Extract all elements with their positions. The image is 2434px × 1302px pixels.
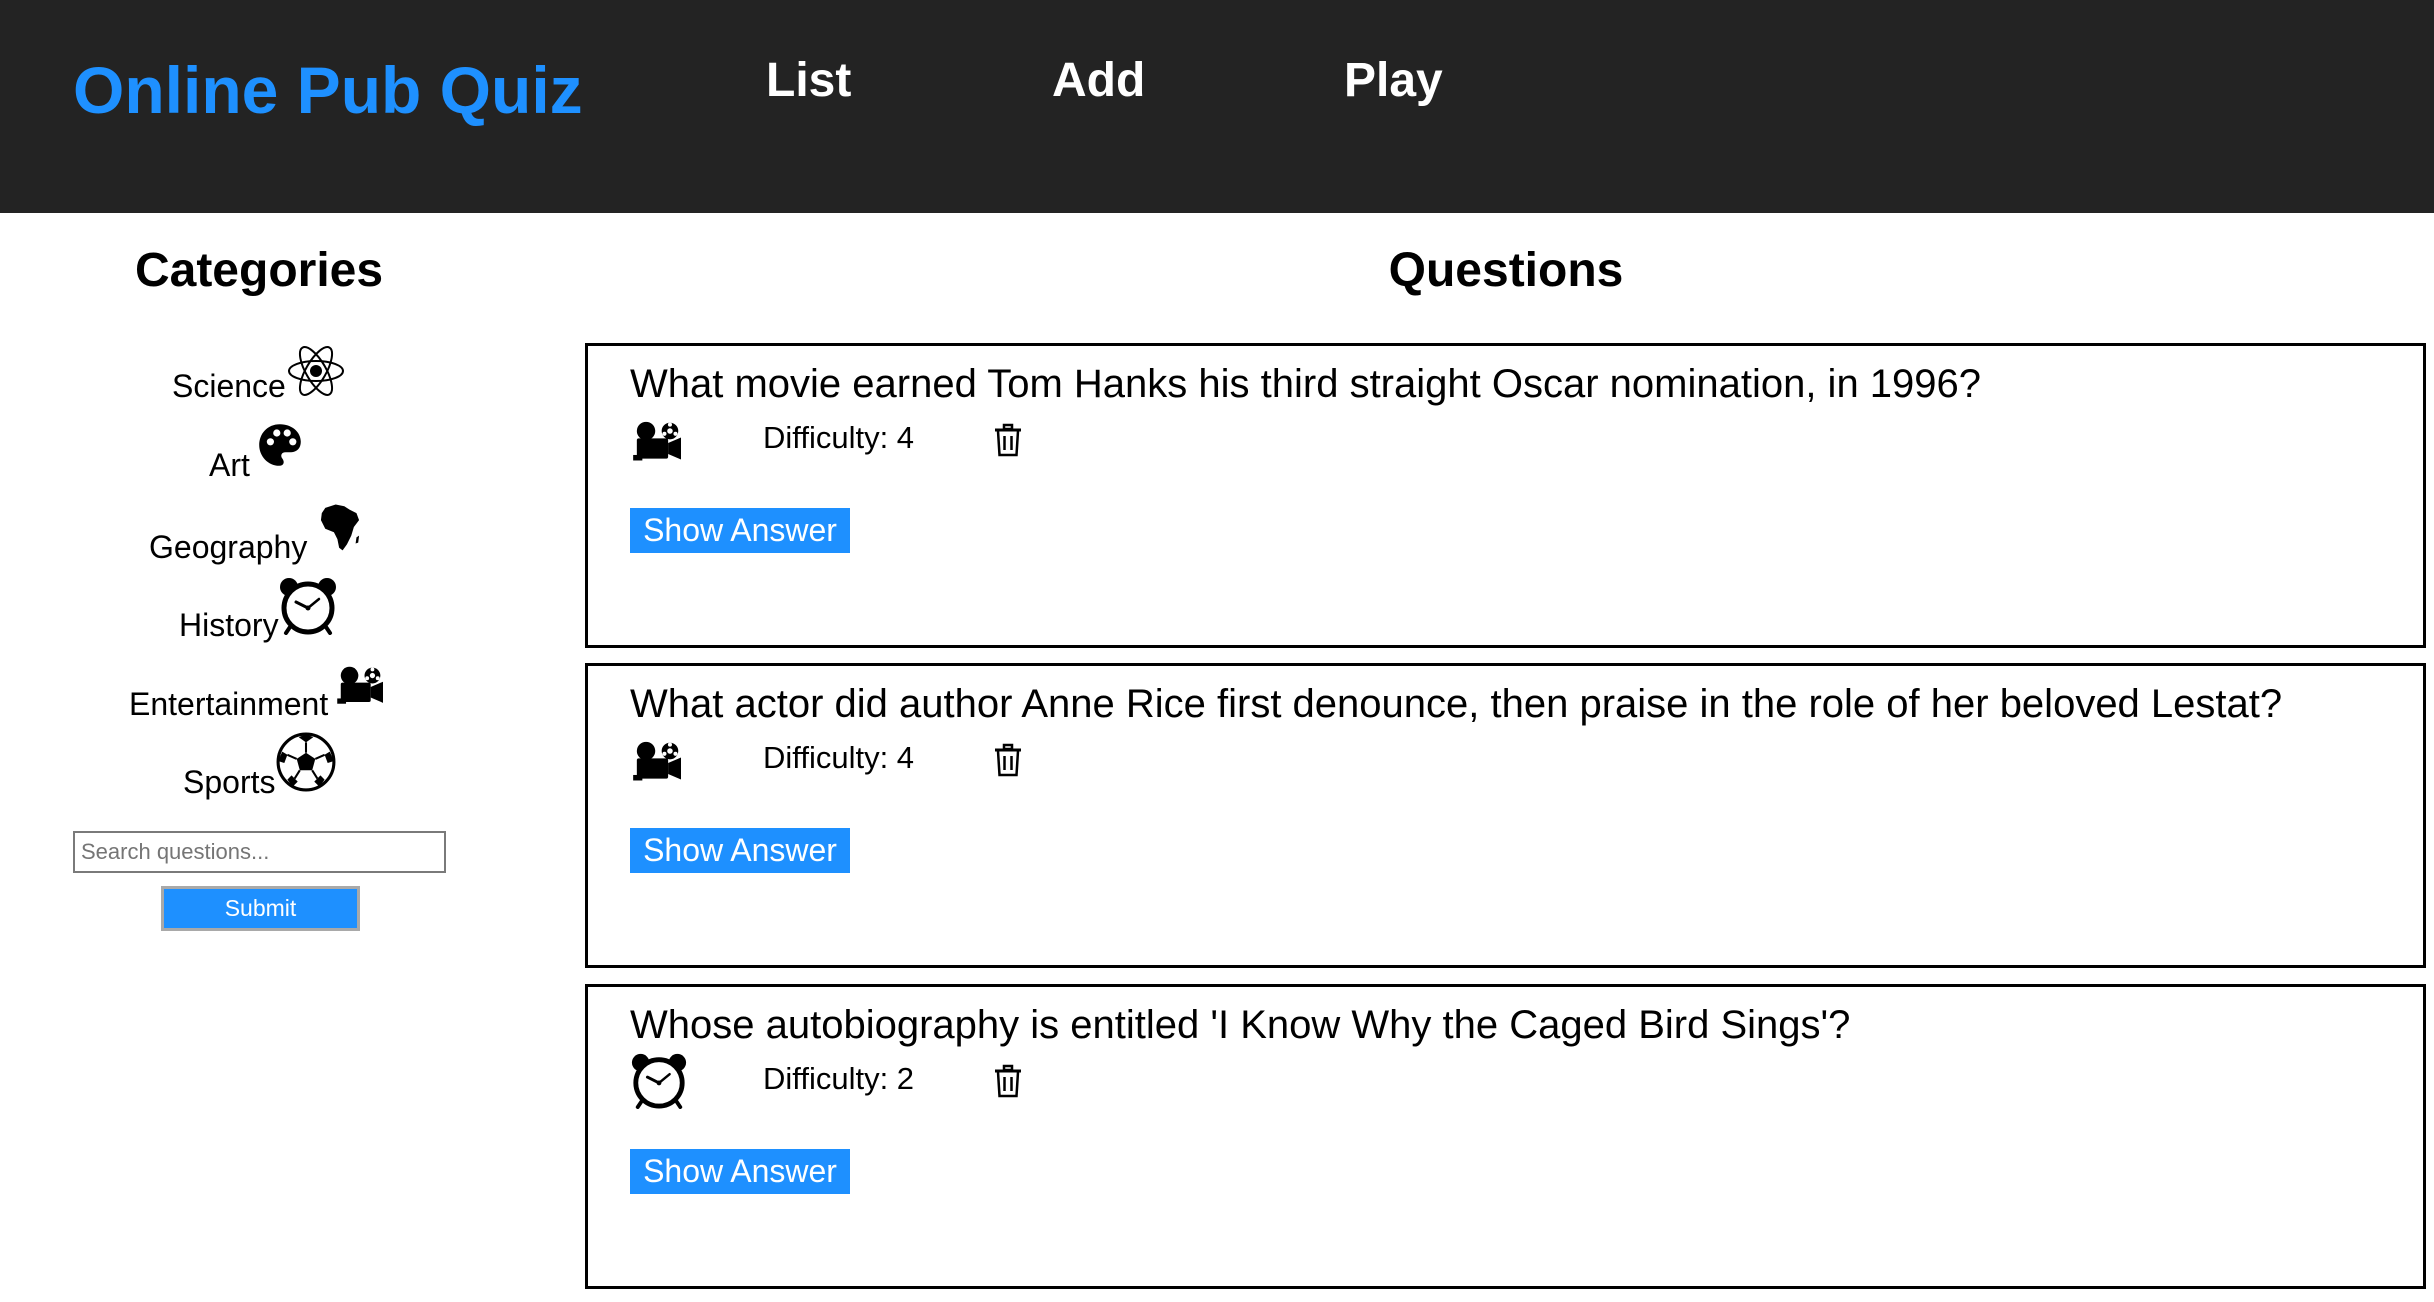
categories-sidebar: Categories Science Art Geography History… bbox=[0, 213, 520, 1302]
trash-icon[interactable] bbox=[993, 1064, 1023, 1098]
soccer-ball-icon[interactable] bbox=[275, 731, 337, 793]
category-sports[interactable]: Sports bbox=[183, 766, 275, 798]
question-card: What actor did author Anne Rice first de… bbox=[585, 663, 2426, 968]
difficulty-label: Difficulty: 2 bbox=[763, 1061, 915, 1096]
category-history[interactable]: History bbox=[179, 609, 279, 641]
difficulty-label: Difficulty: 4 bbox=[763, 420, 915, 455]
categories-heading: Categories bbox=[134, 244, 384, 297]
nav-link-add[interactable]: Add bbox=[1052, 57, 1145, 105]
search-input[interactable] bbox=[73, 831, 446, 873]
atom-icon[interactable] bbox=[286, 341, 346, 401]
nav-link-play[interactable]: Play bbox=[1344, 57, 1443, 105]
top-nav-bar: Online Pub Quiz List Add Play bbox=[0, 0, 2434, 213]
question-card: What movie earned Tom Hanks his third st… bbox=[585, 343, 2426, 648]
difficulty-label: Difficulty: 4 bbox=[763, 740, 915, 775]
show-answer-button[interactable]: Show Answer bbox=[630, 508, 850, 553]
nav-link-list[interactable]: List bbox=[766, 57, 851, 105]
question-text: Whose autobiography is entitled 'I Know … bbox=[630, 1003, 1851, 1047]
category-art[interactable]: Art bbox=[209, 449, 250, 481]
show-answer-button[interactable]: Show Answer bbox=[630, 828, 850, 873]
site-brand[interactable]: Online Pub Quiz bbox=[73, 57, 583, 123]
film-projector-icon bbox=[630, 740, 686, 786]
trash-icon[interactable] bbox=[993, 743, 1023, 777]
submit-button[interactable]: Submit bbox=[161, 886, 360, 931]
alarm-clock-icon bbox=[630, 1051, 688, 1109]
film-projector-icon bbox=[630, 420, 686, 466]
category-science[interactable]: Science bbox=[172, 370, 286, 402]
palette-icon[interactable] bbox=[256, 421, 304, 469]
category-geography[interactable]: Geography bbox=[149, 531, 307, 563]
question-text: What movie earned Tom Hanks his third st… bbox=[630, 362, 1982, 406]
show-answer-button[interactable]: Show Answer bbox=[630, 1149, 850, 1194]
question-text: What actor did author Anne Rice first de… bbox=[630, 682, 2283, 726]
questions-heading: Questions bbox=[1388, 244, 1624, 297]
film-projector-icon[interactable] bbox=[334, 665, 388, 709]
category-entertainment[interactable]: Entertainment bbox=[129, 688, 328, 720]
question-card: Whose autobiography is entitled 'I Know … bbox=[585, 984, 2426, 1289]
alarm-clock-icon[interactable] bbox=[278, 575, 338, 635]
africa-icon[interactable] bbox=[318, 501, 362, 553]
trash-icon[interactable] bbox=[993, 423, 1023, 457]
